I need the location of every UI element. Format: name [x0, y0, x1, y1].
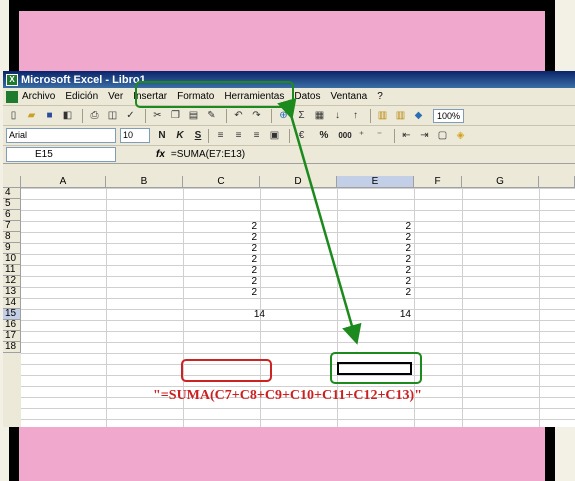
double-arrow-icon — [277, 97, 362, 345]
formula-annotation: "=SUMA(C7+C8+C9+C10+C11+C12+C13)" — [153, 388, 422, 403]
